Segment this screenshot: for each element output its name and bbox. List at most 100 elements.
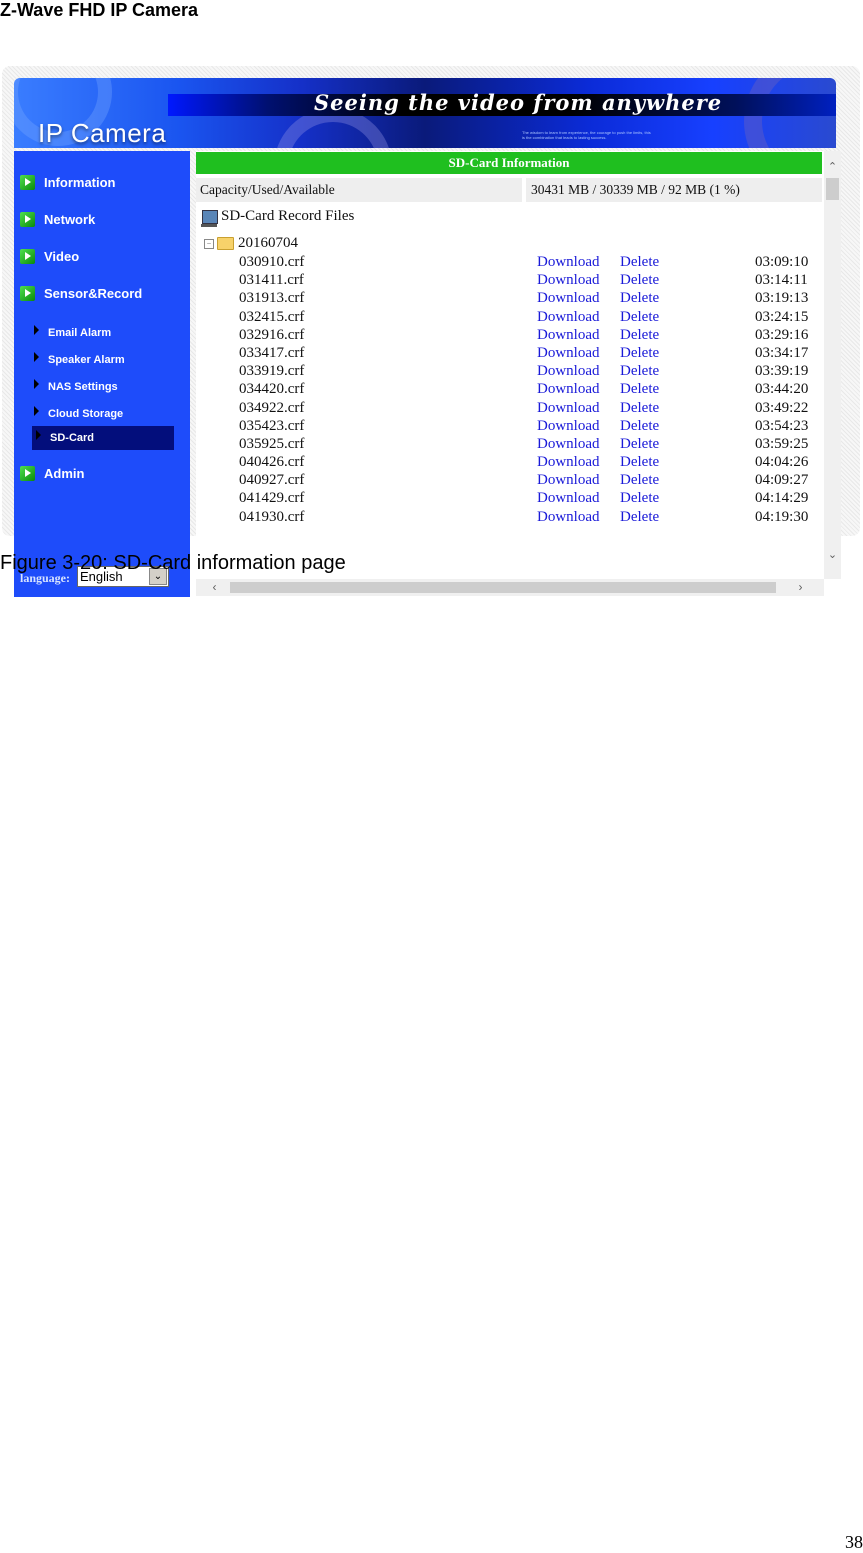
scroll-left-icon[interactable]: ‹ <box>206 579 223 596</box>
sidebar-item-sd-card[interactable]: SD-Card <box>32 426 174 450</box>
file-name: 032415.crf <box>239 308 305 325</box>
horizontal-scrollbar[interactable]: ‹ › <box>196 579 824 596</box>
download-link[interactable]: Download <box>537 326 600 344</box>
scrollbar-thumb[interactable] <box>230 582 776 593</box>
file-name: 035925.crf <box>239 435 305 452</box>
sidebar-item-nas-settings[interactable]: NAS Settings <box>34 379 118 393</box>
folder-name: 20160704 <box>238 235 298 251</box>
delete-link[interactable]: Delete <box>620 326 659 344</box>
file-row: 035925.crf Download Delete 03:59:25 <box>196 435 822 453</box>
file-time: 03:54:23 <box>755 417 809 434</box>
capacity-label: Capacity/Used/Available <box>196 178 522 202</box>
triangle-right-icon <box>36 430 41 440</box>
file-time: 03:19:13 <box>755 290 809 307</box>
figure-caption: Figure 3-20: SD-Card information page <box>0 552 346 574</box>
delete-link[interactable]: Delete <box>620 253 659 271</box>
sidebar-item-speaker-alarm[interactable]: Speaker Alarm <box>34 352 125 366</box>
download-link[interactable]: Download <box>537 508 600 526</box>
sd-card-panel: SD-Card Information Capacity/Used/Availa… <box>196 151 841 597</box>
sidebar-item-label: Information <box>44 175 116 190</box>
sidebar-item-information[interactable]: Information <box>20 175 116 190</box>
file-row: 041930.crf Download Delete 04:19:30 <box>196 508 822 526</box>
page-number: 38 <box>845 1532 863 1552</box>
download-link[interactable]: Download <box>537 271 600 289</box>
delete-link[interactable]: Delete <box>620 435 659 453</box>
sidebar-item-admin[interactable]: Admin <box>20 466 84 481</box>
download-link[interactable]: Download <box>537 362 600 380</box>
collapse-icon[interactable]: − <box>204 238 214 249</box>
sidebar-item-label: Speaker Alarm <box>48 354 125 366</box>
delete-link[interactable]: Delete <box>620 362 659 380</box>
download-link[interactable]: Download <box>537 471 600 489</box>
delete-link[interactable]: Delete <box>620 417 659 435</box>
scroll-right-icon[interactable]: › <box>792 579 809 596</box>
triangle-right-icon <box>34 352 39 362</box>
file-name: 033919.crf <box>239 363 305 380</box>
panel-title: SD-Card Information <box>196 152 822 174</box>
delete-link[interactable]: Delete <box>620 399 659 417</box>
file-name: 031913.crf <box>239 290 305 307</box>
file-time: 04:09:27 <box>755 472 809 489</box>
file-row: 041429.crf Download Delete 04:14:29 <box>196 489 822 507</box>
green-arrow-icon <box>20 249 35 264</box>
delete-link[interactable]: Delete <box>620 308 659 326</box>
download-link[interactable]: Download <box>537 417 600 435</box>
banner-tagline: The wisdom to learn from experience, the… <box>522 130 651 140</box>
file-name: 041930.crf <box>239 508 305 525</box>
file-name: 032916.crf <box>239 326 305 343</box>
file-row: 040927.crf Download Delete 04:09:27 <box>196 471 822 489</box>
folder-icon <box>217 237 234 250</box>
file-list: 030910.crf Download Delete 03:09:10 031411.c… <box>196 253 822 526</box>
scroll-down-icon[interactable]: ⌄ <box>824 547 841 564</box>
file-time: 04:04:26 <box>755 454 809 471</box>
file-name: 031411.crf <box>239 272 304 289</box>
download-link[interactable]: Download <box>537 399 600 417</box>
delete-link[interactable]: Delete <box>620 380 659 398</box>
delete-link[interactable]: Delete <box>620 489 659 507</box>
sidebar-item-email-alarm[interactable]: Email Alarm <box>34 325 111 339</box>
file-name: 034420.crf <box>239 381 305 398</box>
capacity-row: Capacity/Used/Available 30431 MB / 30339… <box>196 178 822 202</box>
file-time: 03:29:16 <box>755 326 809 343</box>
delete-link[interactable]: Delete <box>620 508 659 526</box>
sidebar-item-network[interactable]: Network <box>20 212 95 227</box>
download-link[interactable]: Download <box>537 453 600 471</box>
scroll-up-icon[interactable]: ⌃ <box>824 159 841 176</box>
sidebar-item-label: Cloud Storage <box>48 408 124 420</box>
document-header: Z-Wave FHD IP Camera <box>0 0 199 20</box>
sidebar-item-sensor-record[interactable]: Sensor&Record <box>20 286 142 301</box>
green-arrow-icon <box>20 466 35 481</box>
sidebar-item-video[interactable]: Video <box>20 249 79 264</box>
folder-node[interactable]: − 20160704 <box>204 235 298 252</box>
file-name: 040927.crf <box>239 472 305 489</box>
download-link[interactable]: Download <box>537 308 600 326</box>
file-time: 04:19:30 <box>755 508 809 525</box>
download-link[interactable]: Download <box>537 253 600 271</box>
delete-link[interactable]: Delete <box>620 453 659 471</box>
delete-link[interactable]: Delete <box>620 271 659 289</box>
download-link[interactable]: Download <box>537 289 600 307</box>
delete-link[interactable]: Delete <box>620 289 659 307</box>
banner-slogan: Seeing the video from anywhere <box>314 90 723 115</box>
screenshot-figure: IP Camera Seeing the video from anywhere… <box>2 66 860 597</box>
delete-link[interactable]: Delete <box>620 344 659 362</box>
file-name: 034922.crf <box>239 399 305 416</box>
file-time: 03:24:15 <box>755 308 809 325</box>
sidebar-item-label: NAS Settings <box>48 381 118 393</box>
record-files-heading: SD-Card Record Files <box>201 208 354 227</box>
download-link[interactable]: Download <box>537 435 600 453</box>
sidebar-item-cloud-storage[interactable]: Cloud Storage <box>34 406 124 420</box>
green-arrow-icon <box>20 175 35 190</box>
file-time: 03:39:19 <box>755 363 809 380</box>
capacity-value: 30431 MB / 30339 MB / 92 MB (1 %) <box>526 178 822 202</box>
scrollbar-thumb[interactable] <box>826 178 839 200</box>
download-link[interactable]: Download <box>537 380 600 398</box>
download-link[interactable]: Download <box>537 344 600 362</box>
vertical-scrollbar[interactable]: ⌃ ⌄ <box>824 151 841 579</box>
file-time: 03:44:20 <box>755 381 809 398</box>
delete-link[interactable]: Delete <box>620 471 659 489</box>
download-link[interactable]: Download <box>537 489 600 507</box>
file-time: 03:34:17 <box>755 344 809 361</box>
file-time: 03:09:10 <box>755 254 809 270</box>
banner: IP Camera Seeing the video from anywhere… <box>14 78 836 148</box>
